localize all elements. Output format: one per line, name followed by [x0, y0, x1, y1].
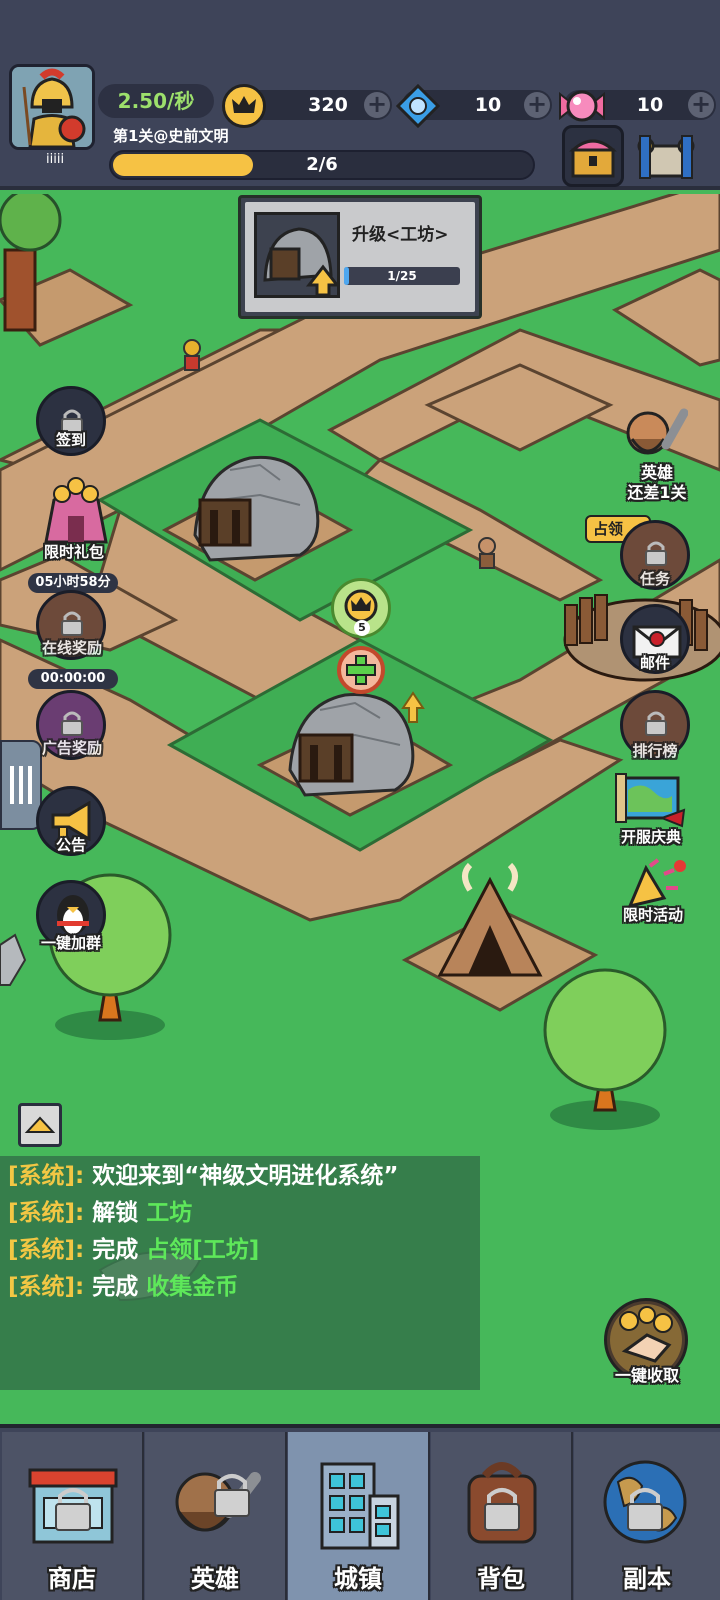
nav-tab-dungeon[interactable]: 副本 [574, 1432, 720, 1600]
treasure-chest-button[interactable] [562, 125, 624, 187]
nav-tab-shop-label: 商店 [48, 1565, 96, 1593]
treasure-chest-icon [569, 139, 617, 178]
server-celebration-button[interactable] [612, 770, 688, 828]
nav-tab-town-label: 城镇 [334, 1565, 382, 1593]
online-reward-label: 在线奖励 [41, 639, 102, 657]
hero-unlock-hint: 英雄 还差1关 [627, 463, 687, 502]
lock-icon [61, 711, 83, 736]
collect-all-label: 一键收取 [614, 1366, 679, 1385]
chat-line: [系统]: 完成 占领[工坊] [8, 1237, 260, 1263]
gift-tent-icon [44, 477, 108, 544]
plus-icon [346, 655, 376, 685]
ad-reward-label: 广告奖励 [41, 739, 102, 757]
chat-line: [系统]: 完成 收集金币 [8, 1274, 239, 1300]
limited-gift-label: 限时礼包 [43, 543, 104, 561]
limited-event-button[interactable] [620, 858, 690, 909]
rock-workshop-icon [263, 227, 341, 297]
join-group-label: 一键加群 [40, 934, 101, 952]
add-gold-button[interactable]: + [364, 92, 390, 118]
candy-value: 10 [636, 94, 664, 116]
income-rate: 2.50/秒 [98, 84, 214, 118]
bottom-navigation: 商店 英雄 城镇 背包 副本 [0, 1424, 720, 1600]
announcement-label: 公告 [55, 836, 86, 854]
chat-collapse-button[interactable] [18, 1103, 62, 1147]
level-title: 第1关@史前文明 [113, 127, 229, 145]
level-progress-text: 2/6 [306, 154, 338, 175]
nav-tab-town[interactable]: 城镇 [288, 1432, 430, 1600]
upgrade-progress-bar: 1/25 [344, 267, 460, 285]
signin-label: 签到 [55, 431, 86, 449]
leaderboard-label: 排行榜 [632, 742, 678, 760]
lock-icon [645, 541, 667, 566]
villager-caveman [478, 537, 496, 569]
map-scroll-button[interactable] [634, 128, 698, 186]
gem-icon [395, 83, 441, 129]
gold-value: 320 [308, 94, 348, 116]
coin-count-badge: 5 [354, 620, 370, 636]
celebration-map-icon [615, 773, 686, 828]
town-buildings-icon [320, 1462, 400, 1550]
upgrade-title: 升级<工坊> [352, 225, 449, 245]
caveman-hero-icon[interactable] [618, 405, 689, 470]
lock-icon [645, 711, 667, 736]
party-popper-icon [627, 858, 686, 909]
game-screen: { "header": { "avatar_name": "iiiii", "i… [0, 0, 720, 1600]
build-plus-button[interactable] [337, 646, 385, 694]
backpack-icon [467, 1462, 537, 1544]
nav-tab-heroes[interactable]: 英雄 [145, 1432, 287, 1600]
tasks-label: 任务 [639, 570, 670, 588]
nav-tab-backpack-label: 背包 [477, 1565, 525, 1593]
add-gem-button[interactable]: + [524, 92, 550, 118]
shop-icon [28, 1468, 118, 1544]
nav-tab-backpack[interactable]: 背包 [431, 1432, 573, 1600]
tree-right [543, 968, 667, 1130]
chat-line: [系统]: 解锁 工坊 [8, 1200, 193, 1226]
gem-value: 10 [474, 94, 502, 116]
online-reward-timer: 00:00:00 [28, 669, 118, 689]
villager-warrior [183, 339, 201, 371]
nav-tab-heroes-label: 英雄 [191, 1565, 239, 1593]
lock-icon [61, 611, 83, 636]
server-celebration-label: 开服庆典 [620, 828, 681, 846]
limited-gift-button[interactable] [40, 476, 112, 546]
candy-icon [558, 84, 606, 128]
workshop-thumbnail [254, 212, 341, 298]
player-avatar[interactable] [9, 64, 95, 150]
nav-tab-shop[interactable]: 商店 [2, 1432, 144, 1600]
chevron-up-icon [24, 1116, 56, 1133]
crown-coin-icon [222, 84, 266, 128]
scroll-map-icon [637, 135, 695, 179]
system-chat-log[interactable]: [系统]: 欢迎来到“神级文明进化系统” [系统]: 解锁 工坊 [系统]: 完… [0, 1156, 480, 1390]
level-progress-bar: 2/6 [109, 150, 535, 180]
globe-icon [603, 1460, 687, 1544]
player-name: iiiii [46, 152, 65, 167]
spartan-warrior-icon [12, 67, 92, 147]
limited-event-label: 限时活动 [622, 906, 683, 924]
upgrade-progress-text: 1/25 [387, 269, 417, 283]
heroes-icon [175, 1472, 261, 1532]
chat-line: [系统]: 欢迎来到“神级文明进化系统” [8, 1163, 399, 1189]
mail-label: 邮件 [639, 654, 670, 672]
add-candy-button[interactable]: + [688, 92, 714, 118]
nav-tab-dungeon-label: 副本 [623, 1565, 671, 1593]
